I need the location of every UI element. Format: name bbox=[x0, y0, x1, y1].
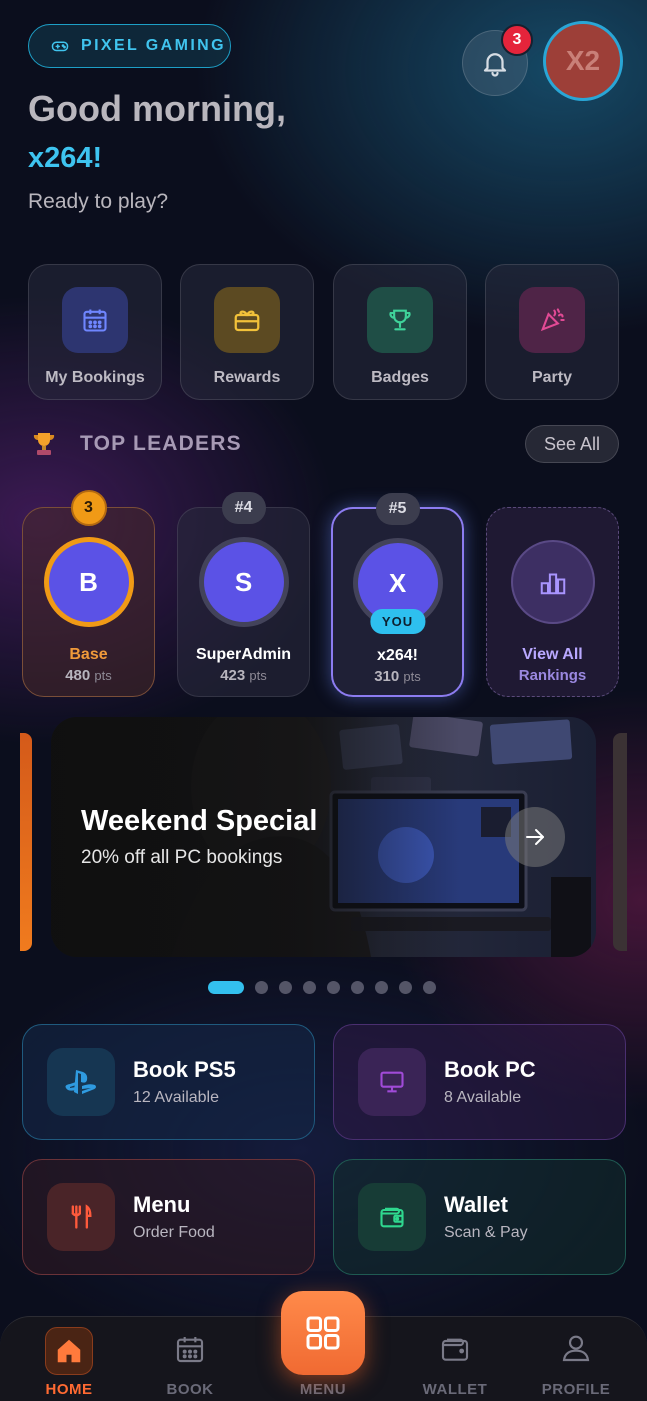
action-subtitle: 12 Available bbox=[133, 1089, 219, 1106]
avatar-initials: X2 bbox=[565, 45, 601, 76]
nav-book[interactable]: BOOK bbox=[140, 1317, 240, 1401]
view-all-label: View All bbox=[522, 646, 583, 663]
promo-next-button[interactable] bbox=[505, 807, 565, 867]
leader-card-rank-3[interactable]: 3 B Base 480 pts bbox=[22, 490, 155, 697]
carousel-dot[interactable] bbox=[303, 981, 316, 994]
view-all-rankings-card[interactable]: View All Rankings bbox=[486, 507, 619, 697]
gift-card-icon bbox=[214, 287, 280, 353]
leader-points: 310 pts bbox=[374, 668, 421, 685]
menu-card[interactable]: Menu Order Food bbox=[22, 1159, 315, 1275]
leader-avatar: S bbox=[203, 542, 284, 622]
rank-badge: 3 bbox=[70, 490, 107, 526]
nav-label: BOOK bbox=[166, 1381, 214, 1398]
section-title-top-leaders: TOP LEADERS bbox=[80, 432, 242, 455]
carousel-next-slide-peek[interactable] bbox=[613, 733, 627, 951]
carousel-dot[interactable] bbox=[399, 981, 412, 994]
gamepad-icon bbox=[51, 41, 69, 52]
quick-action-rewards[interactable]: Rewards bbox=[180, 264, 314, 400]
leader-name: x264! bbox=[377, 647, 418, 664]
username: x264! bbox=[28, 142, 103, 174]
book-pc-card[interactable]: Book PC 8 Available bbox=[333, 1024, 626, 1140]
notification-badge: 3 bbox=[501, 24, 533, 56]
action-subtitle: Order Food bbox=[133, 1224, 215, 1241]
quick-action-label: Rewards bbox=[213, 369, 281, 386]
greeting-text: Good morning, bbox=[28, 88, 286, 129]
brand-label: PIXEL GAMING bbox=[81, 37, 226, 54]
leader-card-rank-4[interactable]: #4 S SuperAdmin 423 pts bbox=[177, 492, 310, 697]
rank-badge: #4 bbox=[221, 492, 266, 524]
promo-title: Weekend Special bbox=[81, 805, 318, 837]
bell-icon bbox=[483, 53, 507, 77]
profile-avatar[interactable]: X2 bbox=[543, 21, 623, 101]
calendar-icon bbox=[62, 287, 128, 353]
monitor-icon bbox=[358, 1048, 426, 1116]
action-title: Book PC bbox=[444, 1057, 536, 1082]
nav-label: PROFILE bbox=[541, 1381, 611, 1398]
user-icon bbox=[562, 1335, 590, 1362]
quick-action-my-bookings[interactable]: My Bookings bbox=[28, 264, 162, 400]
party-popper-icon bbox=[519, 287, 585, 353]
brand-pill[interactable]: PIXEL GAMING bbox=[28, 24, 231, 68]
action-title: Book PS5 bbox=[133, 1057, 236, 1082]
action-title: Wallet bbox=[444, 1192, 508, 1217]
home-icon bbox=[45, 1327, 93, 1375]
you-badge: YOU bbox=[369, 609, 426, 634]
quick-action-badges[interactable]: Badges bbox=[333, 264, 467, 400]
leader-initial: X bbox=[388, 567, 407, 598]
leader-points: 423 pts bbox=[220, 667, 267, 684]
action-subtitle: Scan & Pay bbox=[444, 1224, 528, 1241]
carousel-dot[interactable] bbox=[279, 981, 292, 994]
wallet-icon bbox=[358, 1183, 426, 1251]
leader-avatar: X YOU bbox=[357, 543, 438, 634]
promo-banner[interactable]: Weekend Special 20% off all PC bookings bbox=[51, 717, 596, 957]
nav-profile[interactable]: PROFILE bbox=[526, 1317, 626, 1401]
leader-avatar: B bbox=[48, 542, 129, 622]
grid-icon bbox=[306, 1316, 340, 1350]
carousel-dot[interactable] bbox=[255, 981, 268, 994]
carousel-dot[interactable] bbox=[351, 981, 364, 994]
bar-chart-icon bbox=[512, 542, 593, 622]
see-all-button[interactable]: See All bbox=[525, 425, 619, 463]
nav-home[interactable]: HOME bbox=[19, 1317, 119, 1401]
carousel-dot[interactable] bbox=[375, 981, 388, 994]
rankings-label: Rankings bbox=[518, 667, 587, 684]
arrow-right-icon bbox=[526, 829, 544, 845]
trophy-icon bbox=[367, 287, 433, 353]
carousel-prev-slide-peek[interactable] bbox=[20, 733, 32, 951]
nav-label: MENU bbox=[299, 1381, 347, 1398]
leader-card-rank-5-you[interactable]: #5 X YOU x264! 310 pts bbox=[331, 493, 464, 697]
quick-action-label: My Bookings bbox=[45, 369, 145, 386]
greeting-subtitle: Ready to play? bbox=[28, 190, 169, 213]
leader-points: 480 pts bbox=[65, 667, 112, 684]
action-title: Menu bbox=[133, 1192, 191, 1217]
promo-subtitle: 20% off all PC bookings bbox=[81, 847, 283, 868]
nav-label: WALLET bbox=[422, 1381, 488, 1398]
nav-wallet[interactable]: WALLET bbox=[405, 1317, 505, 1401]
calendar-icon bbox=[176, 1337, 204, 1363]
wallet-icon bbox=[441, 1338, 469, 1361]
carousel-pagination bbox=[208, 981, 436, 994]
wallet-card[interactable]: Wallet Scan & Pay bbox=[333, 1159, 626, 1275]
trophy-icon bbox=[33, 433, 55, 455]
action-subtitle: 8 Available bbox=[444, 1089, 522, 1106]
carousel-dot[interactable] bbox=[327, 981, 340, 994]
carousel-dot[interactable] bbox=[423, 981, 436, 994]
book-ps5-card[interactable]: Book PS5 12 Available bbox=[22, 1024, 315, 1140]
quick-action-party[interactable]: Party bbox=[485, 264, 619, 400]
leader-name: SuperAdmin bbox=[195, 646, 292, 663]
rank-badge: #5 bbox=[375, 493, 420, 525]
leader-name: Base bbox=[69, 646, 108, 663]
nav-label: HOME bbox=[45, 1381, 93, 1398]
quick-action-label: Badges bbox=[371, 369, 429, 386]
fork-knife-icon bbox=[47, 1183, 115, 1251]
quick-action-label: Party bbox=[531, 369, 573, 386]
carousel-dot-active[interactable] bbox=[208, 981, 244, 994]
playstation-icon bbox=[47, 1048, 115, 1116]
menu-fab-button[interactable] bbox=[281, 1291, 365, 1375]
